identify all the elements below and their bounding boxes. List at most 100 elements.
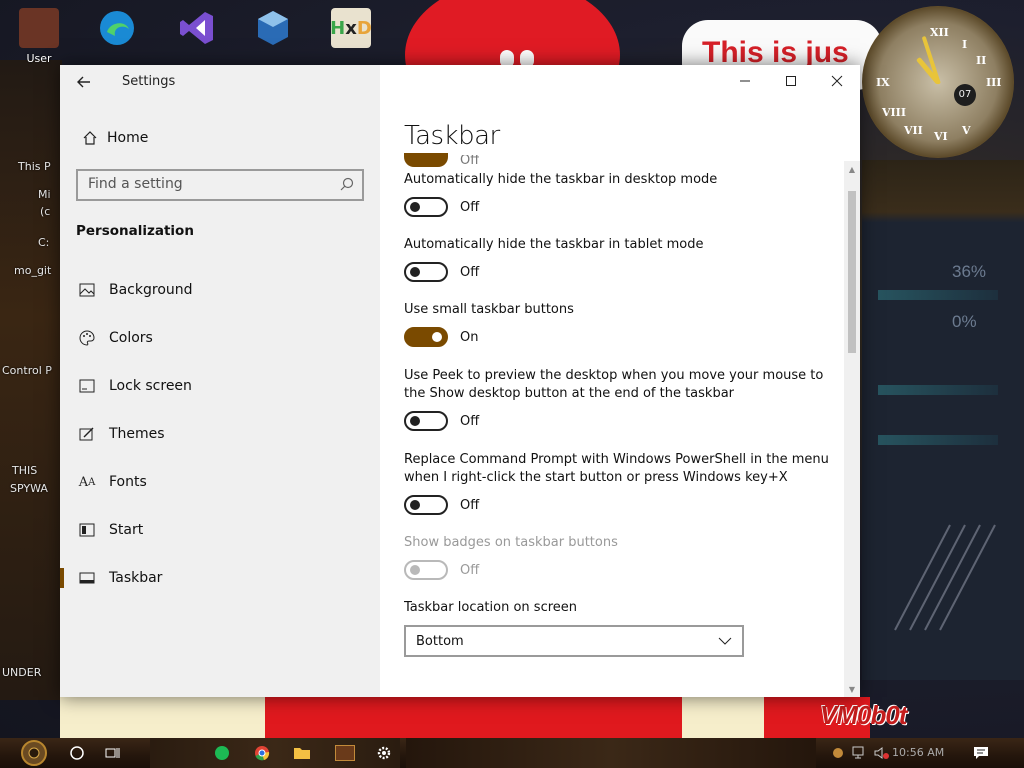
network-tray-button[interactable] xyxy=(850,738,870,768)
nav-item-colors[interactable]: Colors xyxy=(60,314,380,362)
cpu-gauge-value: 36% xyxy=(952,262,987,281)
taskbar-empty-area xyxy=(406,738,816,768)
desktop-icon-virtualbox[interactable] xyxy=(248,8,298,48)
search-box[interactable] xyxy=(76,169,364,201)
toggle-switch[interactable] xyxy=(404,262,448,282)
toggle-switch[interactable] xyxy=(404,411,448,431)
nav-item-label: Background xyxy=(109,282,193,298)
taskbar-app-spotify[interactable] xyxy=(210,738,234,768)
nav-item-fonts[interactable]: AA Fonts xyxy=(60,458,380,506)
notification-icon xyxy=(974,747,988,759)
start-gear-icon xyxy=(21,740,47,766)
dropdown-value: Bottom xyxy=(416,633,464,649)
toggle-state: On xyxy=(460,329,479,345)
steampunk-app-icon xyxy=(335,745,355,761)
setting-label: Use Peek to preview the desktop when you… xyxy=(404,368,824,401)
close-icon xyxy=(831,75,843,87)
clock-date: 07 xyxy=(954,84,976,106)
taskbar-icon xyxy=(77,572,97,584)
desktop-arrows-icon xyxy=(894,524,996,631)
nav-item-taskbar[interactable]: Taskbar xyxy=(60,554,380,602)
nav-item-label: Start xyxy=(109,522,144,538)
nav-item-start[interactable]: Start xyxy=(60,506,380,554)
taskbar-app-chrome[interactable] xyxy=(250,738,274,768)
setting-label: Replace Command Prompt with Windows Powe… xyxy=(404,452,829,485)
back-arrow-icon xyxy=(77,76,90,88)
memory-gauge-value: 0% xyxy=(952,312,977,331)
taskbar-app-steampunk[interactable] xyxy=(332,738,358,768)
desktop-side-label: C: xyxy=(38,236,50,249)
page-title: Taskbar xyxy=(404,121,500,151)
desktop-side-label: THIS xyxy=(12,464,38,477)
task-view-icon xyxy=(105,748,120,758)
nav-home-label: Home xyxy=(107,130,149,146)
action-center-button[interactable] xyxy=(968,738,994,768)
setting-peek: Use Peek to preview the desktop when you… xyxy=(404,367,844,431)
start-button[interactable] xyxy=(14,738,54,768)
start-icon xyxy=(77,523,97,537)
home-icon xyxy=(75,130,105,146)
setting-autohide-tablet: Automatically hide the taskbar in tablet… xyxy=(404,236,844,282)
nav-item-label: Colors xyxy=(109,330,153,346)
setting-label: Automatically hide the taskbar in tablet… xyxy=(404,237,704,252)
toggle-switch xyxy=(404,560,448,580)
desktop-icon-visual-studio[interactable] xyxy=(172,8,222,48)
nav-item-label: Fonts xyxy=(109,474,147,490)
setting-label: Taskbar location on screen xyxy=(404,600,578,615)
taskbar-apps-strip xyxy=(150,738,400,768)
palette-icon xyxy=(77,330,97,346)
chevron-down-icon xyxy=(718,637,732,645)
desktop-bottom-art xyxy=(60,697,265,738)
nav-item-label: Themes xyxy=(109,426,165,442)
scroll-thumb[interactable] xyxy=(848,191,856,353)
maximize-button[interactable] xyxy=(768,65,814,97)
taskbar-location-dropdown[interactable]: Bottom xyxy=(404,625,744,657)
desktop-side-label: SPYWA xyxy=(10,482,48,495)
back-button[interactable] xyxy=(70,70,98,94)
minimize-icon xyxy=(740,80,750,82)
toggle-switch[interactable] xyxy=(404,327,448,347)
scroll-up-icon[interactable]: ▲ xyxy=(844,163,860,175)
settings-scroll-area: Off Automatically hide the taskbar in de… xyxy=(404,153,844,697)
task-view-button[interactable] xyxy=(102,738,124,768)
nav-item-background[interactable]: Background xyxy=(60,266,380,314)
search-input[interactable] xyxy=(88,176,328,192)
nav-list: Background Colors Lock screen Themes A A… xyxy=(60,266,380,602)
close-button[interactable] xyxy=(814,65,860,97)
nav-section-title: Personalization xyxy=(76,223,194,239)
cortana-button[interactable] xyxy=(66,738,88,768)
desktop-icon-user[interactable]: User xyxy=(14,8,64,65)
toggle-switch[interactable] xyxy=(404,495,448,515)
gauge-bar xyxy=(878,290,998,300)
desktop-icon-edge[interactable] xyxy=(92,8,142,48)
nav-title-bar: Settings xyxy=(60,65,380,99)
volume-tray-button[interactable] xyxy=(872,738,892,768)
nav-home[interactable]: Home xyxy=(60,123,380,153)
settings-content-pane: Taskbar Off Automatically hide the taskb… xyxy=(380,65,860,697)
setting-label: Automatically hide the taskbar in deskto… xyxy=(404,172,718,187)
window-controls xyxy=(722,65,860,97)
setting-powershell: Replace Command Prompt with Windows Powe… xyxy=(404,451,844,515)
tray-steampunk-icon[interactable] xyxy=(830,738,846,768)
cortana-circle-icon xyxy=(70,746,84,760)
scrollbar[interactable]: ▲ ▼ xyxy=(844,161,860,697)
search-icon[interactable] xyxy=(338,176,356,194)
toggle-switch[interactable] xyxy=(404,197,448,217)
gauge-bar xyxy=(878,385,998,395)
taskbar-clock[interactable]: 10:56 AM xyxy=(892,746,944,759)
minimize-button[interactable] xyxy=(722,65,768,97)
partial-toggle[interactable] xyxy=(404,153,448,167)
settings-window: Settings Home Personalization Background xyxy=(60,65,860,697)
lock-screen-icon xyxy=(77,379,97,393)
desktop-side-label: mo_git xyxy=(14,264,52,277)
toggle-state: Off xyxy=(460,199,480,215)
nav-item-lock-screen[interactable]: Lock screen xyxy=(60,362,380,410)
nav-item-themes[interactable]: Themes xyxy=(60,410,380,458)
desktop-icon-hxd[interactable]: HxD xyxy=(326,8,376,48)
setting-label: Use small taskbar buttons xyxy=(404,302,574,317)
chrome-icon xyxy=(255,746,270,761)
taskbar-app-explorer[interactable] xyxy=(290,738,314,768)
setting-small-buttons: Use small taskbar buttons On xyxy=(404,301,844,347)
scroll-down-icon[interactable]: ▼ xyxy=(844,683,860,695)
taskbar-app-settings[interactable] xyxy=(372,738,396,768)
